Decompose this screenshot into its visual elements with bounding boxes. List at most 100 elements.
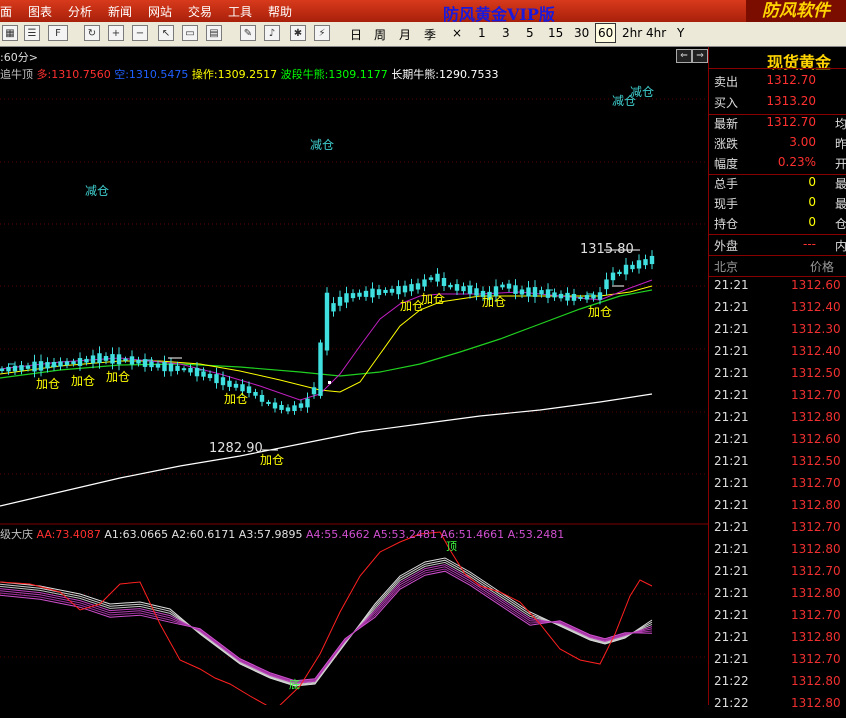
menu-item-trade[interactable]: 交易 — [188, 3, 212, 20]
period-month[interactable]: 月 — [399, 26, 411, 43]
candle-body — [526, 287, 531, 297]
menu-item-chart[interactable]: 图表 — [28, 3, 52, 20]
period-3min[interactable]: 3 — [502, 26, 510, 40]
period-year[interactable]: Y — [677, 26, 684, 40]
quote-row-ask: 卖出 1312.70 — [714, 73, 846, 93]
signal-add: 加仓 — [421, 292, 446, 306]
candle-body — [12, 365, 18, 372]
lightning-icon[interactable]: ⚡ — [314, 25, 330, 41]
tick-row: 21:21 1312.70 — [714, 520, 846, 542]
tick-price: 1312.50 — [791, 366, 841, 380]
candle-body — [467, 286, 473, 294]
candle-body — [383, 289, 388, 293]
menu-item-tools[interactable]: 工具 — [228, 3, 252, 20]
tick-price-header: 价格 — [810, 260, 835, 274]
tick-price: 1312.70 — [791, 652, 841, 666]
candle-body — [181, 368, 187, 371]
open-label: 开 — [835, 157, 846, 171]
tick-price: 1312.80 — [791, 498, 841, 512]
period-day[interactable]: 日 — [350, 26, 362, 43]
tick-price: 1312.60 — [791, 432, 841, 446]
tick-price: 1312.70 — [791, 608, 841, 622]
candle-body — [266, 401, 271, 404]
candle-body — [415, 283, 421, 290]
scroll-left-icon[interactable]: ⇐ — [676, 49, 692, 63]
draw-pen-icon[interactable]: ✎ — [240, 25, 256, 41]
tick-price: 1312.50 — [791, 454, 841, 468]
tick-header: 北京 价格 — [714, 258, 846, 278]
period-multiply[interactable]: × — [452, 26, 462, 40]
scroll-right-icon[interactable]: ⇒ — [692, 49, 708, 63]
period-quarter[interactable]: 季 — [424, 26, 436, 43]
tick-time: 21:21 — [714, 300, 749, 314]
period-week[interactable]: 周 — [374, 26, 386, 43]
indicator-legend: 级大庆 AA:73.4087 A1:63.0665 A2:60.6171 A3:… — [0, 526, 564, 542]
candle-body — [305, 398, 310, 408]
tick-row: 21:21 1312.40 — [714, 344, 846, 366]
period-30min[interactable]: 30 — [574, 26, 589, 40]
candle-body — [175, 365, 180, 371]
menu-item-analysis[interactable]: 分析 — [68, 3, 92, 20]
candle-body — [454, 284, 460, 291]
candle-body — [84, 358, 89, 363]
f10-icon[interactable]: F — [48, 25, 68, 41]
indicator-icon[interactable]: ✱ — [290, 25, 306, 41]
ind-legend-3: A2:60.6171 — [171, 528, 236, 541]
alarm-icon[interactable]: ♪ — [264, 25, 280, 41]
period-5min[interactable]: 5 — [526, 26, 534, 40]
long-term-line — [0, 393, 653, 507]
tick-row: 21:21 1312.80 — [714, 542, 846, 564]
candle-body — [58, 361, 63, 367]
cursor-icon[interactable]: ↖ — [158, 25, 174, 41]
indicator-aa-line — [0, 531, 653, 705]
current-value: 0 — [808, 195, 816, 209]
candle-body — [142, 359, 148, 367]
menu-item-view[interactable]: 面 — [0, 3, 12, 20]
select-icon[interactable]: ▭ — [182, 25, 198, 41]
zoom-out-icon[interactable]: − — [132, 25, 148, 41]
candle-body — [103, 356, 109, 361]
candle-body — [292, 405, 297, 412]
candle-body — [272, 402, 278, 409]
candle-body — [318, 342, 323, 396]
candle-body — [253, 391, 258, 396]
period-15min[interactable]: 15 — [548, 26, 563, 40]
candle-body — [506, 283, 512, 289]
tick-time: 21:21 — [714, 388, 749, 402]
menu-item-website[interactable]: 网站 — [148, 3, 172, 20]
grid-view-icon[interactable]: ▦ — [2, 25, 18, 41]
period-2hr[interactable]: 2hr — [622, 26, 642, 40]
candle-body — [279, 404, 284, 410]
candle-body — [532, 287, 538, 297]
signal-add: 加仓 — [71, 374, 96, 388]
candle-body — [129, 356, 135, 365]
period-1min[interactable]: 1 — [478, 26, 486, 40]
tick-time: 21:21 — [714, 322, 749, 336]
candle-body — [227, 380, 232, 387]
kline-chart-area[interactable]: 追牛顶 多:1310.7560 空:1310.5475 操作:1309.2517… — [0, 64, 708, 705]
tick-row: 21:21 1312.50 — [714, 454, 846, 476]
menu-item-help[interactable]: 帮助 — [268, 3, 292, 20]
pct-value: 0.23% — [777, 155, 816, 169]
candle-body — [162, 362, 167, 372]
zoom-in-icon[interactable]: + — [108, 25, 124, 41]
candle-body — [188, 367, 193, 373]
menu-item-news[interactable]: 新闻 — [108, 3, 132, 20]
outer-value: --- — [803, 237, 816, 251]
tick-time: 21:21 — [714, 608, 749, 622]
ask-label: 卖出 — [714, 75, 739, 89]
refresh-icon[interactable]: ↻ — [84, 25, 100, 41]
tick-row: 21:21 1312.70 — [714, 564, 846, 586]
period-4hr[interactable]: 4hr — [646, 26, 666, 40]
quote-separator — [709, 114, 846, 115]
tick-row: 21:21 1312.80 — [714, 410, 846, 432]
window-icon[interactable]: ▤ — [206, 25, 222, 41]
candle-body — [409, 284, 414, 292]
tick-row: 21:22 1312.80 — [714, 674, 846, 696]
candle-body — [584, 295, 590, 300]
period-60min[interactable]: 60 — [595, 23, 617, 43]
candle-body — [448, 284, 453, 288]
list-view-icon[interactable]: ☰ — [24, 25, 40, 41]
candle-body — [519, 289, 525, 295]
ind-legend-1: AA:73.4087 — [36, 528, 101, 541]
